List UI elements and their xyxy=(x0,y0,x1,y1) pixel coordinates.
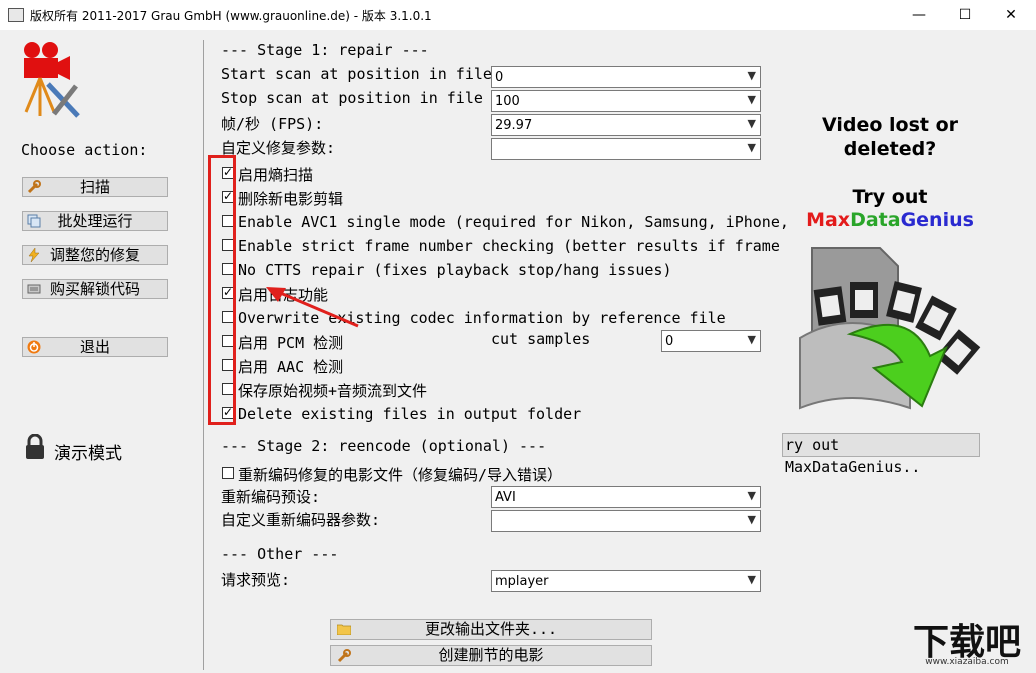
custom-encoder-params-combo[interactable]: ▼ xyxy=(491,510,761,532)
cut-samples-value: 0 xyxy=(665,334,674,349)
checkbox-reencode[interactable] xyxy=(222,467,234,479)
maxdatagenius-product-image xyxy=(799,247,981,410)
preview-label: 请求预览: xyxy=(221,571,291,589)
no-ctts-repair-label: No CTTS repair (fixes playback stop/hang… xyxy=(238,261,672,279)
stop-scan-label: Stop scan at position in file xyxy=(221,89,483,107)
watermark: 下载吧 www.xiazaiba.com xyxy=(900,613,1034,671)
tune-repair-button[interactable]: 调整您的修复 xyxy=(22,245,168,265)
chevron-down-icon: ▼ xyxy=(747,93,756,106)
camera-tools-logo-icon xyxy=(24,42,80,118)
entropy-scan-label: 启用熵扫描 xyxy=(238,166,314,184)
exit-button[interactable]: 退出 xyxy=(22,337,168,357)
chevron-down-icon: ▼ xyxy=(747,141,756,154)
chevron-down-icon: ▼ xyxy=(747,333,756,346)
promo-line-2: deleted? xyxy=(843,138,937,160)
start-scan-combo[interactable]: 0 ▼ xyxy=(491,66,761,88)
preview-value: mplayer xyxy=(495,574,549,589)
buy-unlock-code-button[interactable]: 购买解锁代码 xyxy=(22,279,168,299)
minimize-button[interactable]: — xyxy=(896,0,942,30)
create-cut-movie-label: 创建删节的电影 xyxy=(438,646,544,664)
brand-max: Max xyxy=(806,209,851,231)
fps-label: 帧/秒 (FPS): xyxy=(221,115,324,133)
annotation-arrow-icon xyxy=(266,287,359,328)
title-bar: 版权所有 2011-2017 Grau GmbH (www.grauonline… xyxy=(0,0,1036,30)
cut-samples-combo[interactable]: 0 ▼ xyxy=(661,330,761,352)
chevron-down-icon: ▼ xyxy=(747,513,756,526)
reencode-preset-combo[interactable]: AVI ▼ xyxy=(491,486,761,508)
promo-line-3: Try out xyxy=(852,186,928,208)
reencode-preset-value: AVI xyxy=(495,490,516,505)
watermark-url: www.xiazaiba.com xyxy=(925,657,1009,667)
pcm-detection-label: 启用 PCM 检测 xyxy=(238,334,344,352)
reencode-label: 重新编码修复的电影文件（修复编码/导入错误） xyxy=(238,466,563,484)
change-output-folder-label: 更改输出文件夹... xyxy=(424,620,558,638)
scan-button[interactable]: 扫描 xyxy=(22,177,168,197)
create-cut-movie-button[interactable]: 创建删节的电影 xyxy=(330,645,652,666)
save-raw-streams-label: 保存原始视频+音频流到文件 xyxy=(238,382,428,400)
promo-brand: MaxDataGenius xyxy=(790,209,990,231)
brand-genius: Genius xyxy=(900,209,974,231)
exit-label: 退出 xyxy=(79,338,110,356)
demo-mode-label: 演示模式 xyxy=(54,444,122,464)
reencode-preset-label: 重新编码预设: xyxy=(221,488,321,506)
chevron-down-icon: ▼ xyxy=(747,117,756,130)
highlight-box xyxy=(208,155,236,425)
chevron-down-icon: ▼ xyxy=(747,69,756,82)
scan-button-label: 扫描 xyxy=(79,178,110,196)
maximize-button[interactable]: ☐ xyxy=(942,0,988,30)
app-icon xyxy=(8,8,24,22)
batch-run-button[interactable]: 批处理运行 xyxy=(22,211,168,231)
batch-run-label: 批处理运行 xyxy=(57,212,133,230)
promo-line-1: Video lost or xyxy=(821,114,959,136)
window-title: 版权所有 2011-2017 Grau GmbH (www.grauonline… xyxy=(30,9,432,23)
change-output-folder-button[interactable]: 更改输出文件夹... xyxy=(330,619,652,640)
close-button[interactable]: ✕ xyxy=(988,0,1034,30)
tune-repair-label: 调整您的修复 xyxy=(49,246,140,264)
start-scan-label: Start scan at position in file xyxy=(221,65,492,83)
fps-combo[interactable]: 29.97 ▼ xyxy=(491,114,761,136)
stage2-header: --- Stage 2: reencode (optional) --- xyxy=(221,437,547,455)
chevron-down-icon: ▼ xyxy=(747,573,756,586)
delete-existing-files-label: Delete existing files in output folder xyxy=(238,405,582,423)
custom-repair-params-combo[interactable]: ▼ xyxy=(491,138,761,160)
stop-scan-combo[interactable]: 100 ▼ xyxy=(491,90,761,112)
start-scan-value: 0 xyxy=(495,70,504,85)
fps-value: 29.97 xyxy=(495,118,533,133)
strict-frame-number-label: Enable strict frame number checking (bet… xyxy=(238,237,780,255)
cut-samples-label: cut samples xyxy=(491,330,591,348)
delete-new-clips-label: 删除新电影剪辑 xyxy=(238,190,344,208)
other-header: --- Other --- xyxy=(221,545,339,563)
custom-encoder-params-label: 自定义重新编码器参数: xyxy=(221,511,381,529)
lock-icon xyxy=(26,434,44,459)
try-maxdatagenius-label: ry out MaxDataGenius.. xyxy=(785,436,921,476)
custom-repair-params-label: 自定义修复参数: xyxy=(221,139,336,157)
stage1-header: --- Stage 1: repair --- xyxy=(221,41,429,59)
chevron-down-icon: ▼ xyxy=(747,489,756,502)
avc1-single-mode-label: Enable AVC1 single mode (required for Ni… xyxy=(238,213,789,231)
brand-data: Data xyxy=(850,209,901,231)
stop-scan-value: 100 xyxy=(495,94,520,109)
preview-combo[interactable]: mplayer ▼ xyxy=(491,570,761,592)
aac-detection-label: 启用 AAC 检测 xyxy=(238,358,344,376)
sidebar-divider xyxy=(203,40,204,670)
try-maxdatagenius-button[interactable]: ry out MaxDataGenius.. xyxy=(782,433,980,476)
buy-unlock-code-label: 购买解锁代码 xyxy=(49,280,140,298)
choose-action-label: Choose action: xyxy=(21,141,148,159)
